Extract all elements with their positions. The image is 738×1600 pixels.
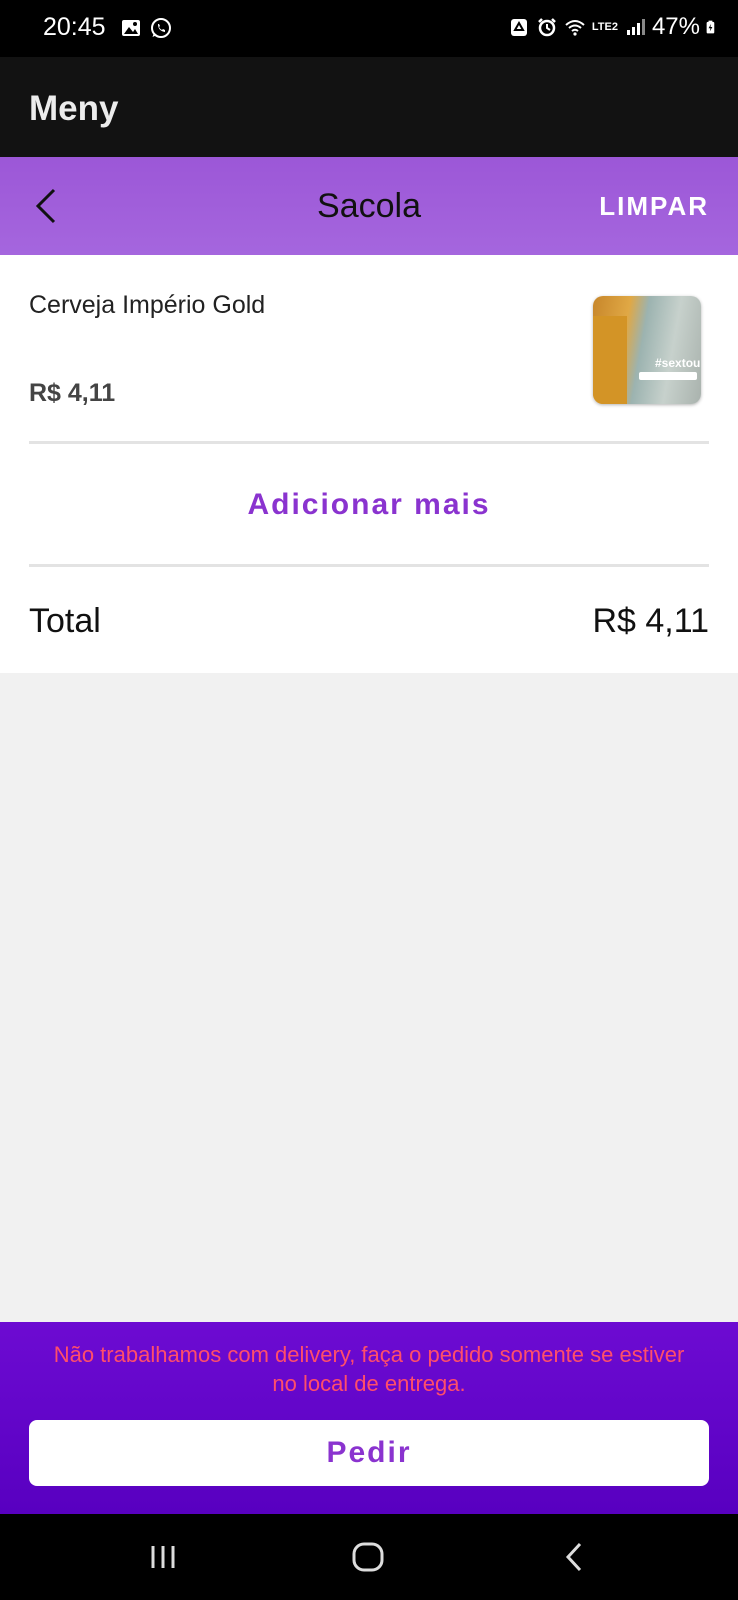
order-button[interactable]: Pedir: [29, 1420, 709, 1486]
notification-icons: [120, 17, 172, 39]
network-type: LTE2: [591, 20, 618, 33]
item-price: R$ 4,11: [29, 379, 116, 407]
order-footer: Não trabalhamos com delivery, faça o ped…: [0, 1322, 738, 1514]
divider: [29, 441, 709, 444]
thumbnail-strip: [639, 372, 697, 380]
alarm-icon: [537, 18, 556, 37]
total-label: Total: [29, 602, 101, 640]
bottle-image: [593, 316, 627, 404]
cart-card: Cerveja Império Gold R$ 4,11 #sextou Adi…: [0, 255, 738, 673]
image-icon: [122, 20, 140, 36]
app-title: Meny: [29, 89, 119, 128]
app-bar: Meny: [0, 57, 738, 157]
status-bar: 20:45 LTE2 47%: [0, 0, 738, 57]
status-time: 20:45: [43, 13, 106, 41]
divider: [29, 564, 709, 567]
item-name: Cerveja Império Gold: [29, 291, 266, 319]
battery-percent: 47%: [651, 13, 700, 40]
signal-icon: [626, 19, 645, 35]
item-thumbnail: #sextou: [593, 296, 701, 404]
thumbnail-tag: #sextou: [655, 356, 701, 370]
recycle-icon: [510, 19, 527, 36]
whatsapp-icon: [151, 18, 171, 38]
bag-header: Sacola LIMPAR: [0, 157, 738, 255]
clear-button[interactable]: LIMPAR: [599, 191, 709, 222]
delivery-warning: Não trabalhamos com delivery, faça o ped…: [53, 1342, 685, 1396]
status-right: LTE2 47%: [508, 13, 720, 41]
recent-apps-icon[interactable]: [143, 1540, 183, 1574]
wifi-icon: [565, 20, 585, 36]
system-nav-bar: [0, 1514, 738, 1600]
total-value: R$ 4,11: [592, 602, 709, 640]
back-nav-icon[interactable]: [556, 1540, 596, 1574]
home-icon[interactable]: [348, 1540, 388, 1574]
add-more-button[interactable]: Adicionar mais: [0, 488, 738, 522]
battery-charging-icon: [706, 20, 715, 34]
